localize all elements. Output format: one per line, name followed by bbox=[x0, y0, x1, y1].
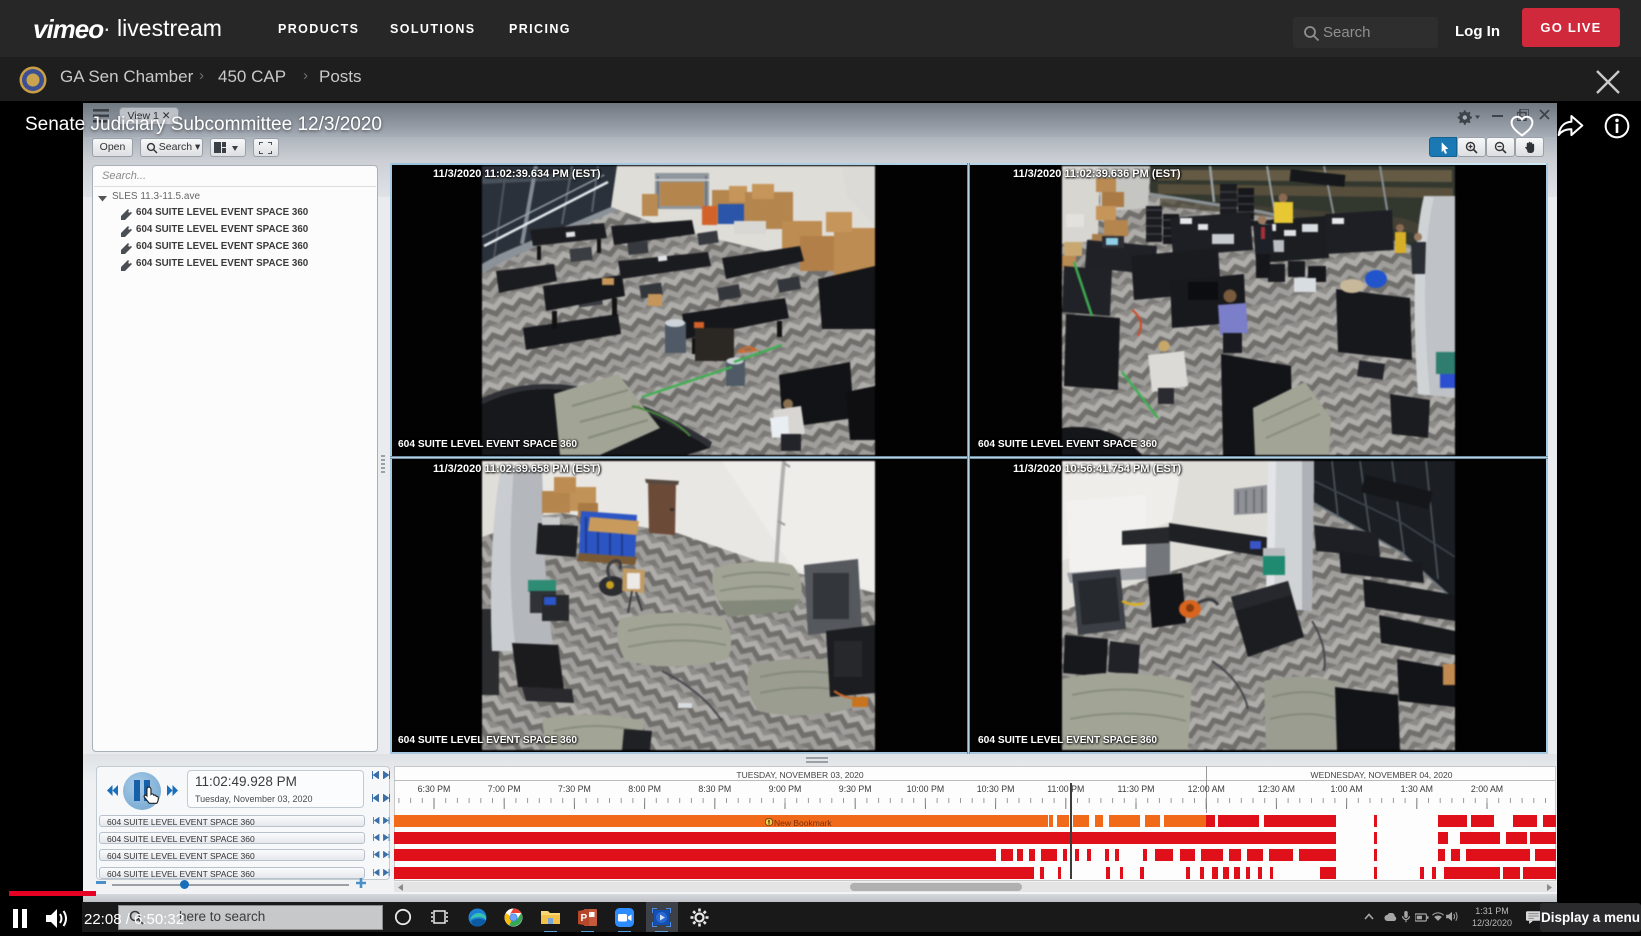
svg-text:P: P bbox=[581, 913, 588, 924]
